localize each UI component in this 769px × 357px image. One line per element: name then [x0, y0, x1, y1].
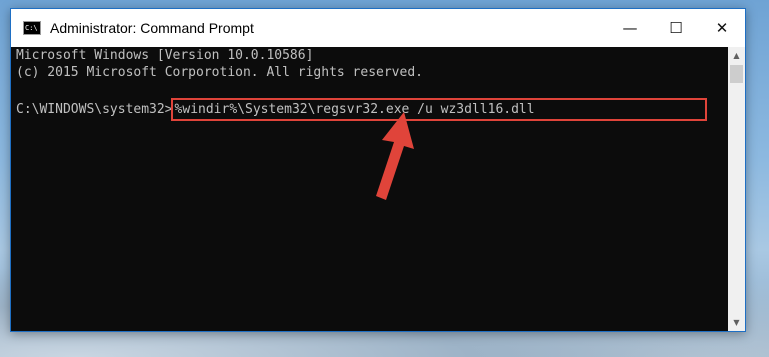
scrollbar-thumb[interactable]	[730, 65, 743, 83]
scroll-up-icon[interactable]: ▲	[728, 47, 745, 64]
scroll-down-icon[interactable]: ▼	[728, 314, 745, 331]
console-line: (c) 2015 Microsoft Corporotion. All righ…	[16, 65, 423, 80]
console-line: Microsoft Windows [Version 10.0.10586]	[16, 48, 314, 63]
highlighted-command[interactable]: %windir%\System32\regsvr32.exe /u wz3dll…	[170, 98, 707, 121]
command-prompt-path: C:\WINDOWS\system32>	[16, 102, 173, 117]
command-text: %windir%\System32\regsvr32.exe /u wz3dll…	[174, 102, 535, 117]
title-bar[interactable]: C:\ Administrator: Command Prompt — ☐ ✕	[11, 9, 745, 47]
cmd-icon: C:\	[23, 21, 41, 35]
vertical-scrollbar[interactable]: ▲ ▼	[728, 47, 745, 331]
window-title: Administrator: Command Prompt	[50, 20, 254, 36]
close-button[interactable]: ✕	[699, 9, 745, 47]
window-controls: — ☐ ✕	[607, 9, 745, 47]
minimize-button[interactable]: —	[607, 9, 653, 47]
red-arrow-icon	[376, 112, 414, 200]
maximize-button[interactable]: ☐	[653, 9, 699, 47]
